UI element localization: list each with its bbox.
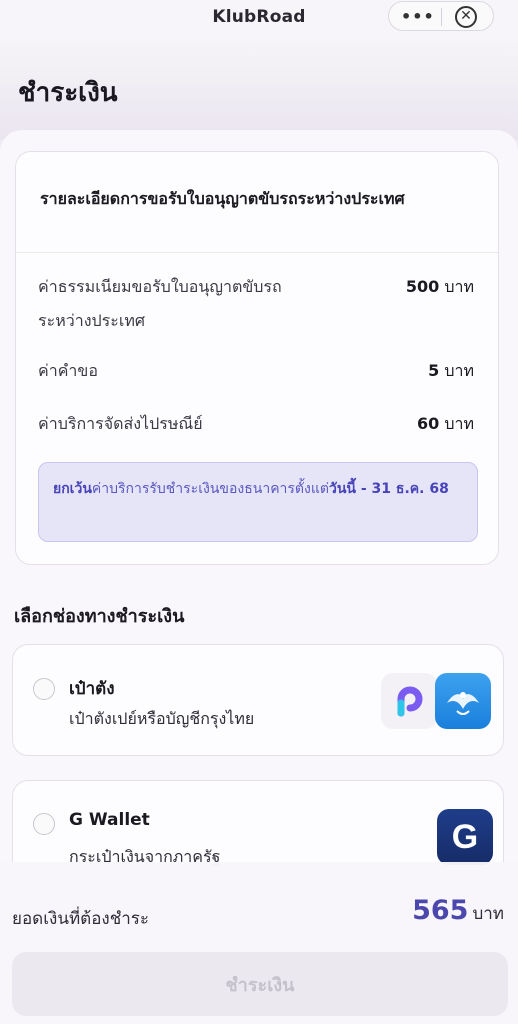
top-bar: KlubRoad ••• ✕ — [0, 0, 518, 40]
fee-amount-request: 5 บาท — [428, 354, 474, 388]
payment-option-paotang[interactable]: เป๋าตัง เป๋าตังเปย์หรือบัญชีกรุงไทย — [12, 644, 504, 756]
fee-label-request: ค่าคำขอ — [38, 361, 98, 380]
fee-amount-value: 60 — [416, 414, 440, 433]
note-prefix: ยกเว้น — [53, 481, 92, 497]
fee-amount-license: 500 บาท — [406, 270, 474, 304]
note-text: ค่าบริการรับชำระเงินของธนาคารตั้งแต่ — [91, 481, 329, 497]
paotang-logo-graphic — [397, 686, 423, 717]
fee-label-license: ค่าธรรมเนียมขอรับใบอนุญาตขับรถระหว่างประ… — [38, 277, 282, 330]
payment-section-label: เลือกช่องทางชำระเงิน — [14, 606, 185, 627]
divider — [16, 252, 498, 253]
close-icon[interactable]: ✕ — [455, 6, 477, 28]
fee-amount-value: 5 — [428, 361, 440, 380]
details-title: รายละเอียดการขอรับใบอนุญาตขับรถระหว่างปร… — [40, 189, 405, 208]
paotang-logo-icon — [381, 673, 437, 729]
radio-g-wallet[interactable] — [33, 813, 55, 835]
option-description: เป๋าตังเปย์หรือบัญชีกรุงไทย — [69, 709, 255, 728]
mini-program-capsule: ••• ✕ — [388, 1, 494, 31]
radio-paotang[interactable] — [33, 678, 55, 700]
fee-amount-unit: บาท — [444, 277, 474, 296]
fee-amount-unit: บาท — [444, 414, 474, 433]
page-title: ชำระเงิน — [18, 78, 118, 108]
fee-amount-postal: 60 บาท — [417, 407, 474, 441]
total-unit: บาท — [472, 904, 504, 924]
fee-label-postal: ค่าบริการจัดส่งไปรษณีย์ — [38, 414, 203, 433]
krungthai-logo-icon — [435, 673, 491, 729]
fee-waiver-note: ยกเว้นค่าบริการรับชำระเงินของธนาคารตั้งแ… — [38, 462, 478, 542]
total-label: ยอดเงินที่ต้องชำระ — [12, 909, 150, 929]
option-name: เป๋าตัง — [69, 679, 115, 699]
pay-button[interactable]: ชำระเงิน — [12, 952, 508, 1016]
more-options-icon[interactable]: ••• — [401, 7, 434, 26]
fee-amount-value: 500 — [405, 277, 440, 296]
capsule-divider — [441, 8, 442, 26]
total-amount: 565 บาท — [412, 895, 504, 927]
total-value: 565 — [412, 895, 469, 926]
g-wallet-logo-icon: G — [437, 809, 493, 865]
note-highlight: วันนี้ - 31 ธ.ค. 68 — [328, 481, 449, 497]
fee-details-card: รายละเอียดการขอรับใบอนุญาตขับรถระหว่างปร… — [15, 151, 499, 565]
option-name: G Wallet — [69, 810, 150, 830]
krungthai-bird-graphic — [447, 692, 479, 715]
fee-amount-unit: บาท — [444, 361, 474, 380]
